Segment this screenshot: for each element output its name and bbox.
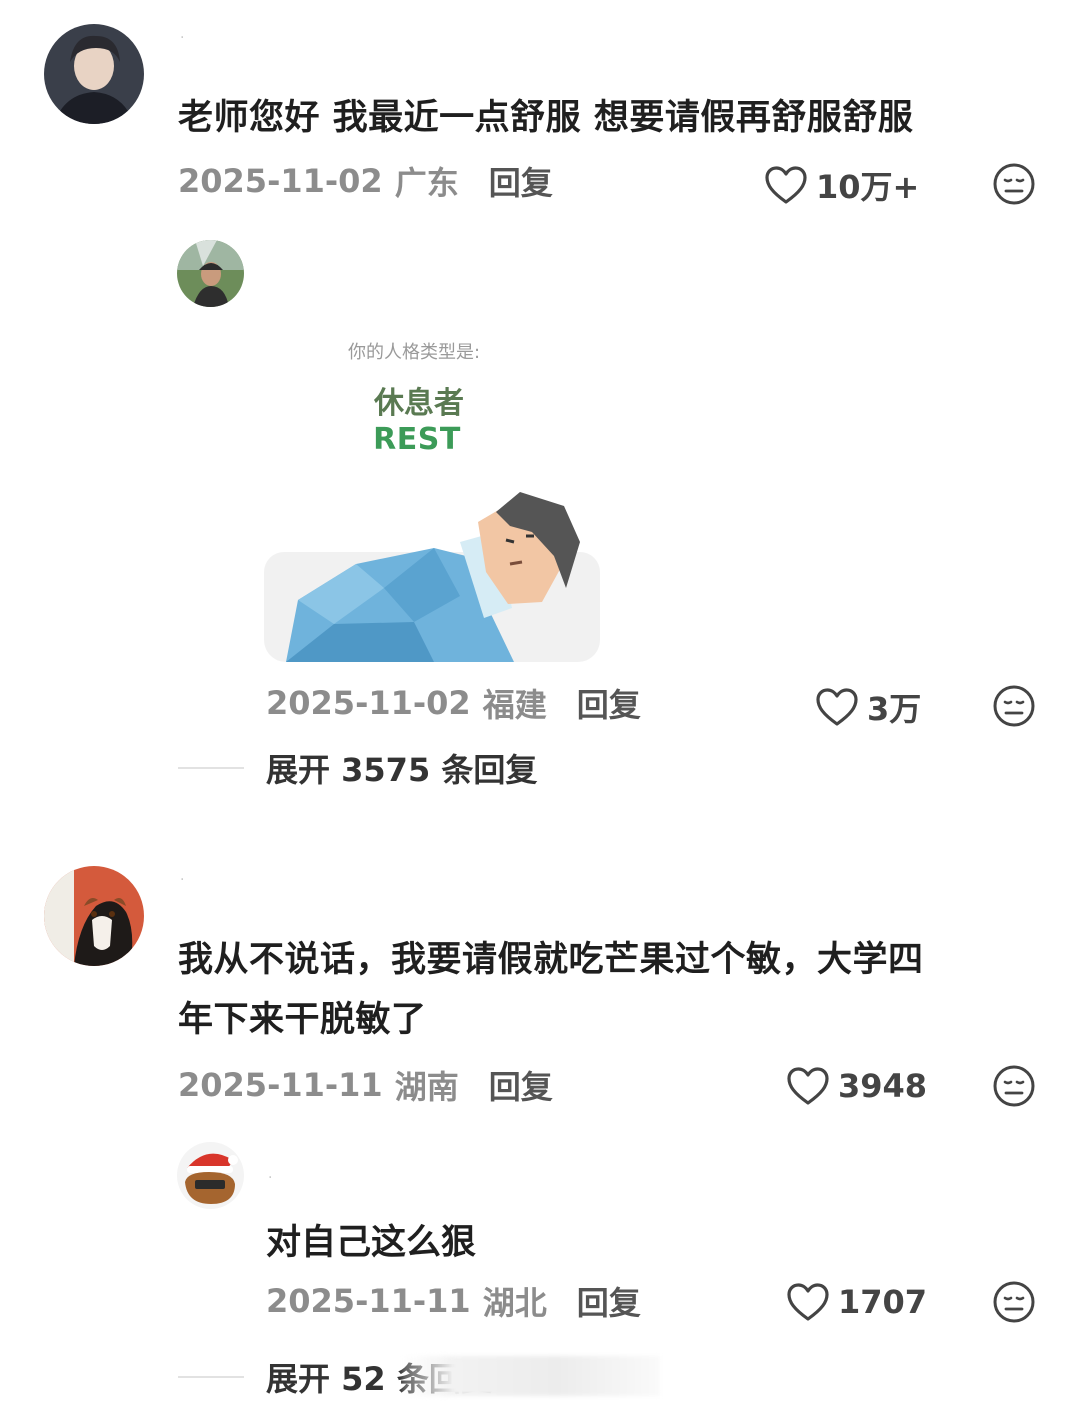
watermark-overlay xyxy=(402,1356,660,1396)
reply-location: 福建 xyxy=(482,686,547,724)
comment-location: 广东 xyxy=(394,164,459,202)
comment-location: 湖南 xyxy=(394,1068,459,1106)
resting-person-illustration xyxy=(264,492,600,662)
avatar[interactable] xyxy=(44,24,144,124)
like-button[interactable]: 10万+ xyxy=(764,162,919,208)
comment-text: 老师您好 我最近一点舒服 想要请假再舒服舒服 xyxy=(178,98,914,138)
like-count: 3万 xyxy=(867,690,922,728)
reply-location: 湖北 xyxy=(482,1284,547,1322)
heart-outline-icon xyxy=(815,687,859,727)
reply-avatar[interactable] xyxy=(177,240,244,307)
comment-text-line1: 我从不说话，我要请假就吃芒果过个敏，大学四 xyxy=(178,940,924,980)
divider-line xyxy=(178,1376,244,1378)
comment-meta: 2025-11-02 广东 回复 xyxy=(178,158,553,204)
comment-text-line2: 年下来干脱敏了 xyxy=(178,1000,427,1040)
comment-date: 2025-11-02 xyxy=(178,162,383,200)
comment-date: 2025-11-11 xyxy=(178,1066,383,1104)
like-button[interactable]: 3万 xyxy=(815,684,921,730)
reply-meta: 2025-11-02 福建 回复 xyxy=(266,680,641,726)
meh-face-icon[interactable] xyxy=(992,1280,1036,1324)
like-count: 3948 xyxy=(838,1067,928,1105)
card-subtitle: 你的人格类型是: xyxy=(347,342,481,363)
like-button[interactable]: 3948 xyxy=(786,1066,927,1106)
meh-face-icon[interactable] xyxy=(992,684,1036,728)
reply-date: 2025-11-02 xyxy=(266,684,471,722)
card-title-en: REST xyxy=(373,422,461,457)
divider-line xyxy=(178,767,244,769)
reply-meta: 2025-11-11 湖北 回复 xyxy=(266,1278,641,1324)
username[interactable]: · xyxy=(268,1170,272,1186)
meh-face-icon[interactable] xyxy=(992,162,1036,206)
like-count: 1707 xyxy=(838,1283,928,1321)
reply-date: 2025-11-11 xyxy=(266,1282,471,1320)
comment-meta: 2025-11-11 湖南 回复 xyxy=(178,1062,553,1108)
reply-button[interactable]: 回复 xyxy=(489,1062,553,1108)
username[interactable]: · xyxy=(180,872,184,888)
result-image-card[interactable]: 你的人格类型是: 休息者 REST xyxy=(264,322,600,662)
username[interactable]: · xyxy=(180,30,184,46)
like-count: 10万+ xyxy=(816,168,920,206)
card-title: 休息者 xyxy=(374,386,464,421)
reply-avatar[interactable] xyxy=(177,1142,244,1209)
like-button[interactable]: 1707 xyxy=(786,1282,927,1322)
expand-replies-button[interactable]: 展开 3575 条回复 xyxy=(178,745,537,791)
avatar[interactable] xyxy=(44,866,144,966)
expand-replies-label: 展开 3575 条回复 xyxy=(266,751,538,789)
reply-button[interactable]: 回复 xyxy=(577,1278,641,1324)
heart-outline-icon xyxy=(764,165,808,205)
reply-button[interactable]: 回复 xyxy=(577,680,641,726)
meh-face-icon[interactable] xyxy=(992,1064,1036,1108)
heart-outline-icon xyxy=(786,1066,830,1106)
reply-button[interactable]: 回复 xyxy=(489,158,553,204)
reply-text: 对自己这么狠 xyxy=(266,1223,477,1263)
heart-outline-icon xyxy=(786,1282,830,1322)
